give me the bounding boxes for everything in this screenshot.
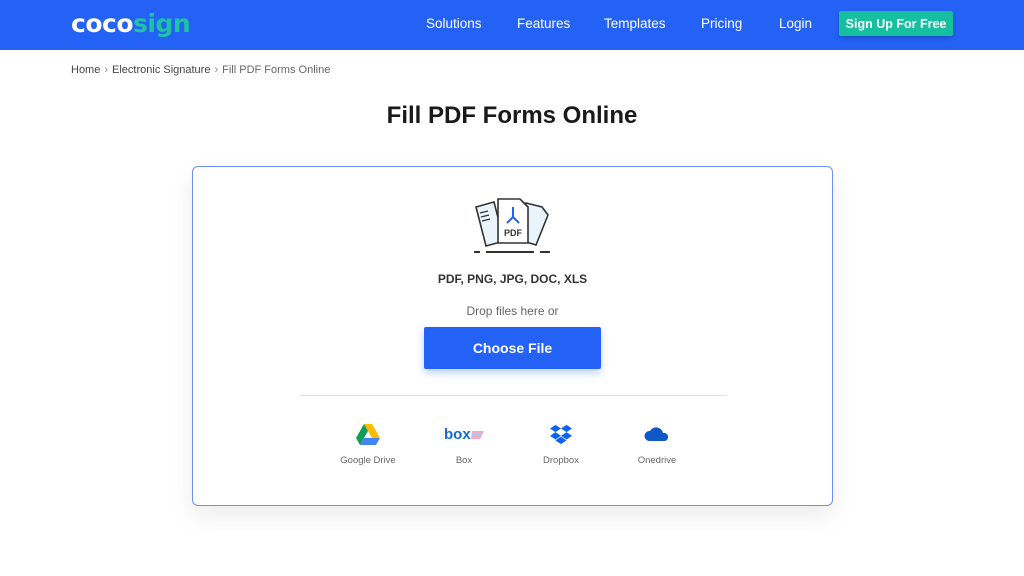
google-drive-icon [356, 424, 380, 445]
breadcrumb: Home › Electronic Signature › Fill PDF Forms… [71, 64, 331, 76]
signup-button[interactable]: Sign Up For Free [839, 11, 953, 36]
breadcrumb-home[interactable]: Home [71, 64, 100, 76]
svg-text:box: box [444, 426, 471, 443]
nav-pricing[interactable]: Pricing [701, 16, 742, 31]
nav-login[interactable]: Login [779, 16, 812, 31]
supported-types: PDF, PNG, JPG, DOC, XLS [437, 272, 588, 286]
nav-solutions[interactable]: Solutions [426, 16, 482, 31]
breadcrumb-current: Fill PDF Forms Online [222, 64, 331, 76]
source-google-drive[interactable]: Google Drive [323, 423, 413, 466]
source-box[interactable]: box Box [419, 423, 509, 466]
nav-features[interactable]: Features [517, 16, 570, 31]
box-icon: box [444, 426, 484, 443]
choose-file-button[interactable]: Choose File [424, 327, 601, 369]
divider [299, 395, 727, 396]
file-types-icon: PDF [474, 198, 550, 253]
top-nav: cocosign Solutions Features Templates Pr… [0, 0, 1024, 50]
source-onedrive[interactable]: Onedrive [612, 423, 702, 466]
onedrive-icon [644, 427, 669, 441]
source-dropbox[interactable]: Dropbox [516, 423, 606, 466]
drop-hint: Drop files here or [466, 304, 559, 318]
upload-dropzone[interactable]: PDF PDF, PNG, JPG, DOC, XLS Drop files h… [192, 166, 833, 506]
dropbox-icon [550, 424, 572, 445]
cocosign-logo[interactable]: cocosign [71, 9, 191, 38]
page-title: Fill PDF Forms Online [386, 102, 638, 129]
nav-templates[interactable]: Templates [604, 16, 666, 31]
breadcrumb-electronic-signature[interactable]: Electronic Signature [112, 64, 210, 76]
svg-text:PDF: PDF [504, 228, 523, 238]
